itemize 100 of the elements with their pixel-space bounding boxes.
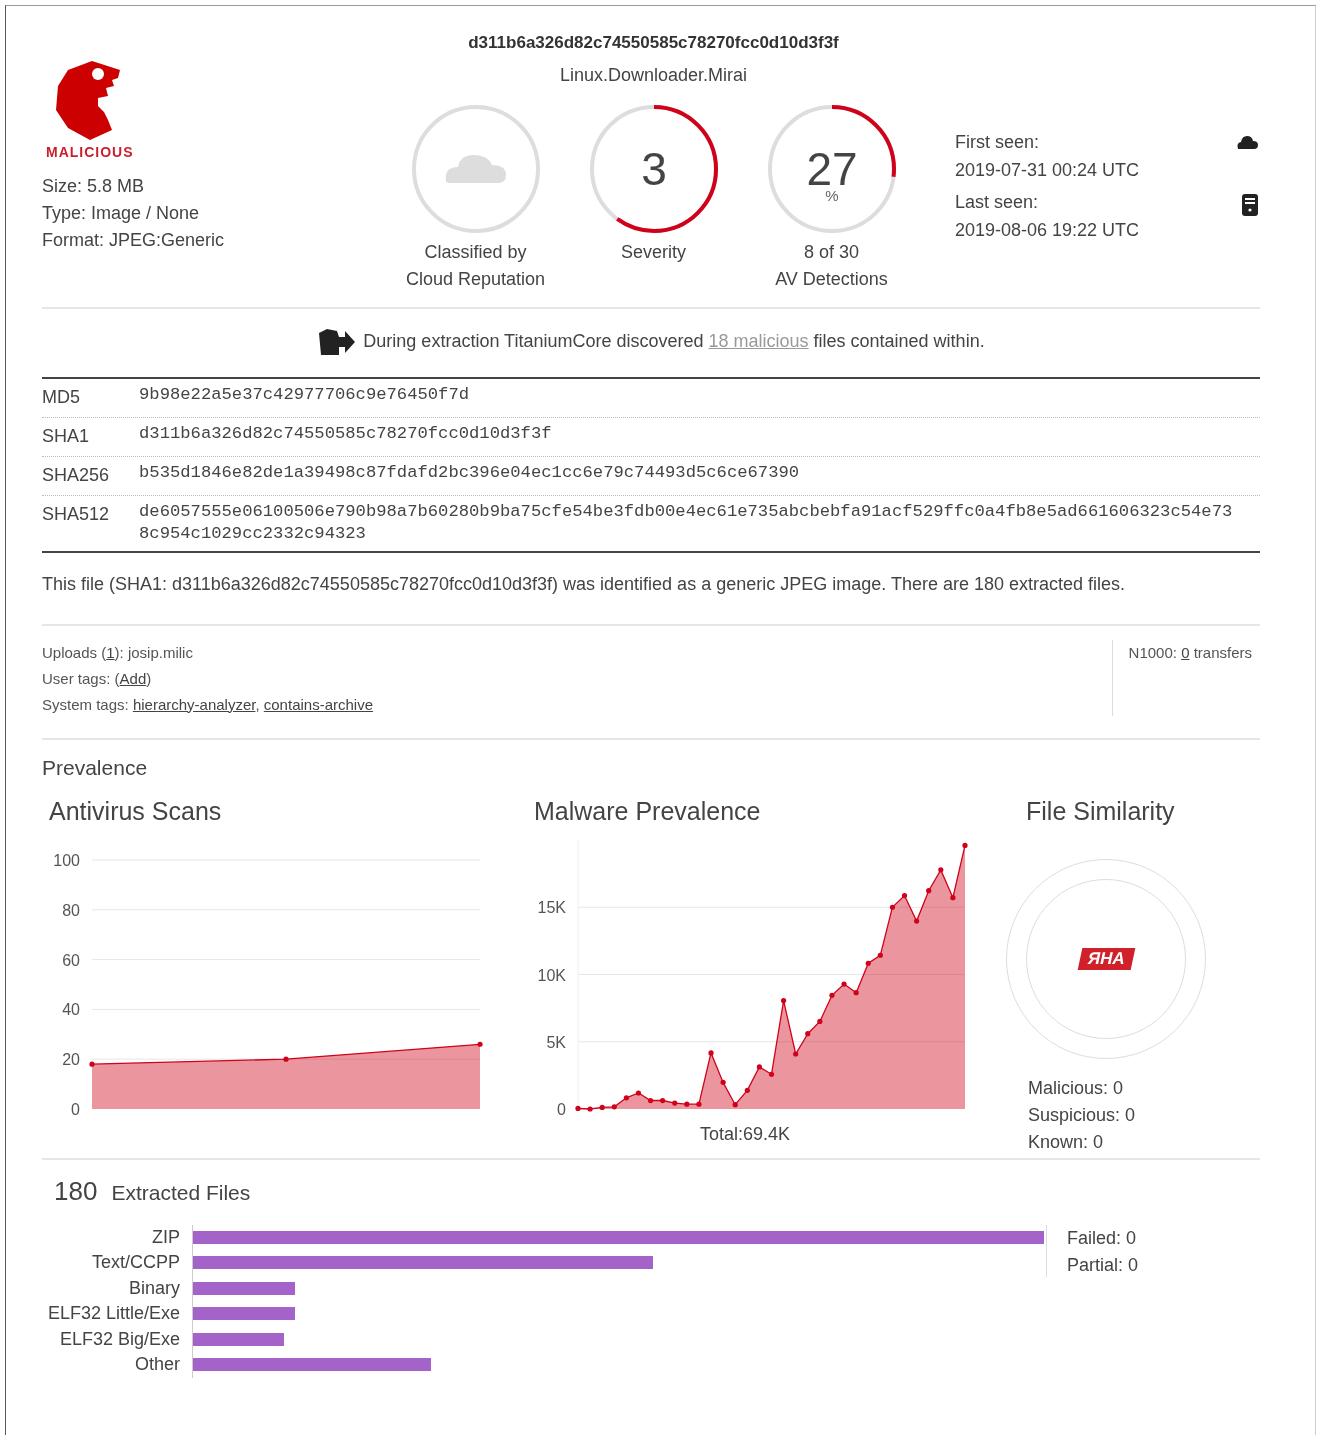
axis-tick-label: 15K [537, 898, 566, 916]
axis-tick-label: 0 [71, 1100, 80, 1118]
bar-label: Binary [127, 1276, 181, 1300]
extraction-status: Failed: 0 [1067, 1226, 1138, 1250]
extracted-title: Extracted Files [111, 1179, 251, 1206]
similarity-stat: Malicious: 0 [1028, 1076, 1125, 1100]
verdict-label: MALICIOUS [46, 143, 135, 162]
hash-value: b535d1846e82de1a39498c87fdafd2bc396e04ec1cc6e79c74493d5c6ce67390 [139, 461, 800, 484]
gauge-caption: Classified by [423, 240, 528, 264]
data-point [914, 918, 920, 924]
bar-label: Text/CCPP [90, 1251, 181, 1274]
data-point [829, 992, 835, 998]
score-value: 3 [640, 142, 667, 195]
section-title: Prevalence [42, 754, 149, 781]
data-point [841, 980, 847, 987]
data-point [623, 1094, 629, 1100]
file-info-text: Size: 5.8 MB [42, 175, 146, 198]
data-point [865, 960, 871, 966]
threat-name: Linux.Downloader.Mirai [558, 63, 749, 87]
folder-arrow-icon [317, 326, 356, 357]
file-info-text: Format: JPEG:Generic [42, 229, 226, 252]
axis-tick-label: 60 [62, 951, 80, 969]
bar-label: Other [133, 1353, 181, 1376]
data-point [672, 1100, 678, 1106]
data-point [938, 866, 944, 872]
data-point [950, 894, 956, 900]
extraction-notice: During extraction TitaniumCore discovered 18 malicious files contained within. [363, 330, 985, 353]
axis-tick-label: 100 [53, 851, 80, 869]
axis-tick-label: 0 [557, 1100, 566, 1118]
file-hash-title: d311b6a326d82c74550585c78270fcc0d10d3f3f [467, 32, 840, 54]
data-point [962, 842, 968, 848]
data-point [805, 1030, 811, 1036]
seen-label: First seen: [955, 131, 1041, 154]
hash-type-label: MD5 [42, 385, 81, 409]
file-description: This file (SHA1: d311b6a326d82c74550585c78270fcc0d10d3f3f) was identified as a generic JPEG image. There are 180 extracted files. [42, 572, 1126, 596]
seen-label: Last seen: [955, 191, 1040, 214]
axis-tick-label: 10K [537, 966, 566, 983]
data-point [744, 1087, 750, 1093]
hash-value: de6057555e06100506e790b98a7b60280b9ba75cfe54be3fdb00e4ec61e735abcbebfa91acf529ffc0a4fb8e5ad661606323c54e738c954c1029cc2332c94323 [139, 500, 1234, 545]
data-point [647, 1097, 654, 1103]
data-point [696, 1101, 702, 1107]
gauge-caption: Cloud Reputation [404, 267, 547, 291]
hash-value: 9b98e22a5e37c42977706c9e76450f7d [139, 383, 470, 406]
data-point [793, 1050, 799, 1057]
gauge-caption: Severity [620, 240, 687, 264]
text-link[interactable]: 0 [1181, 643, 1190, 661]
data-point [720, 1079, 726, 1085]
hash-type-label: SHA256 [42, 463, 111, 487]
axis-tick-label: 40 [62, 1000, 80, 1018]
axis-tick-label: 80 [62, 901, 80, 919]
data-point [901, 892, 908, 898]
chart-total: Total:69.4K [700, 1122, 792, 1146]
data-point [817, 1018, 823, 1024]
similarity-stat: Known: 0 [1028, 1130, 1105, 1154]
data-point [660, 1097, 666, 1103]
data-point [926, 887, 932, 893]
data-point [599, 1104, 605, 1110]
file-info-text: Type: Image / None [42, 202, 201, 225]
bar-label: ELF32 Little/Exe [46, 1302, 181, 1325]
data-point [635, 1089, 642, 1096]
hash-type-label: SHA1 [42, 424, 91, 448]
data-point [477, 1041, 483, 1047]
data-point [853, 989, 859, 995]
rha-logo: ЯHA [1077, 947, 1135, 970]
data-point [684, 1101, 690, 1107]
data-point [768, 1071, 775, 1077]
meta-line: Uploads (1): josip.milic [42, 642, 194, 663]
data-point [283, 1056, 289, 1062]
data-point [781, 997, 787, 1003]
data-point [732, 1101, 738, 1107]
text-link[interactable]: hierarchy-analyzer [132, 695, 256, 713]
chart-title: File Similarity [1025, 796, 1176, 827]
transfers-line: N1000: 0 transfers [1128, 642, 1252, 663]
data-point [889, 904, 896, 910]
extraction-status: Partial: 0 [1067, 1253, 1139, 1277]
server-icon [1242, 194, 1258, 216]
data-point [611, 1103, 617, 1109]
meta-line: System tags: hierarchy-analyzer, contains-archive [42, 694, 373, 715]
hash-value: d311b6a326d82c74550585c78270fcc0d10d3f3f [139, 422, 552, 445]
data-point [708, 1049, 714, 1055]
data-point [756, 1063, 762, 1069]
seen-date: 2019-08-06 19:22 UTC [955, 219, 1140, 242]
data-point [575, 1105, 581, 1111]
bar-label: ZIP [151, 1225, 181, 1249]
axis-tick-label: 20 [62, 1050, 80, 1068]
hash-type-label: SHA512 [42, 502, 111, 526]
text-link[interactable]: 1 [106, 643, 115, 661]
data-point [877, 952, 883, 958]
data-point [89, 1061, 95, 1067]
text-link[interactable]: contains-archive [263, 695, 373, 713]
bar-label: ELF32 Big/Exe [58, 1327, 181, 1351]
chart-title: Malware Prevalence [533, 796, 762, 827]
data-point [587, 1105, 593, 1112]
extracted-count: 180 [54, 1174, 98, 1208]
axis-tick-label: 5K [546, 1033, 566, 1051]
text-link[interactable]: Add [119, 669, 147, 687]
meta-line: User tags: (Add) [42, 668, 153, 689]
chart-title: Antivirus Scans [48, 796, 223, 827]
cloud-icon [1236, 134, 1258, 150]
gauge-caption: 8 of 30 [802, 240, 860, 264]
